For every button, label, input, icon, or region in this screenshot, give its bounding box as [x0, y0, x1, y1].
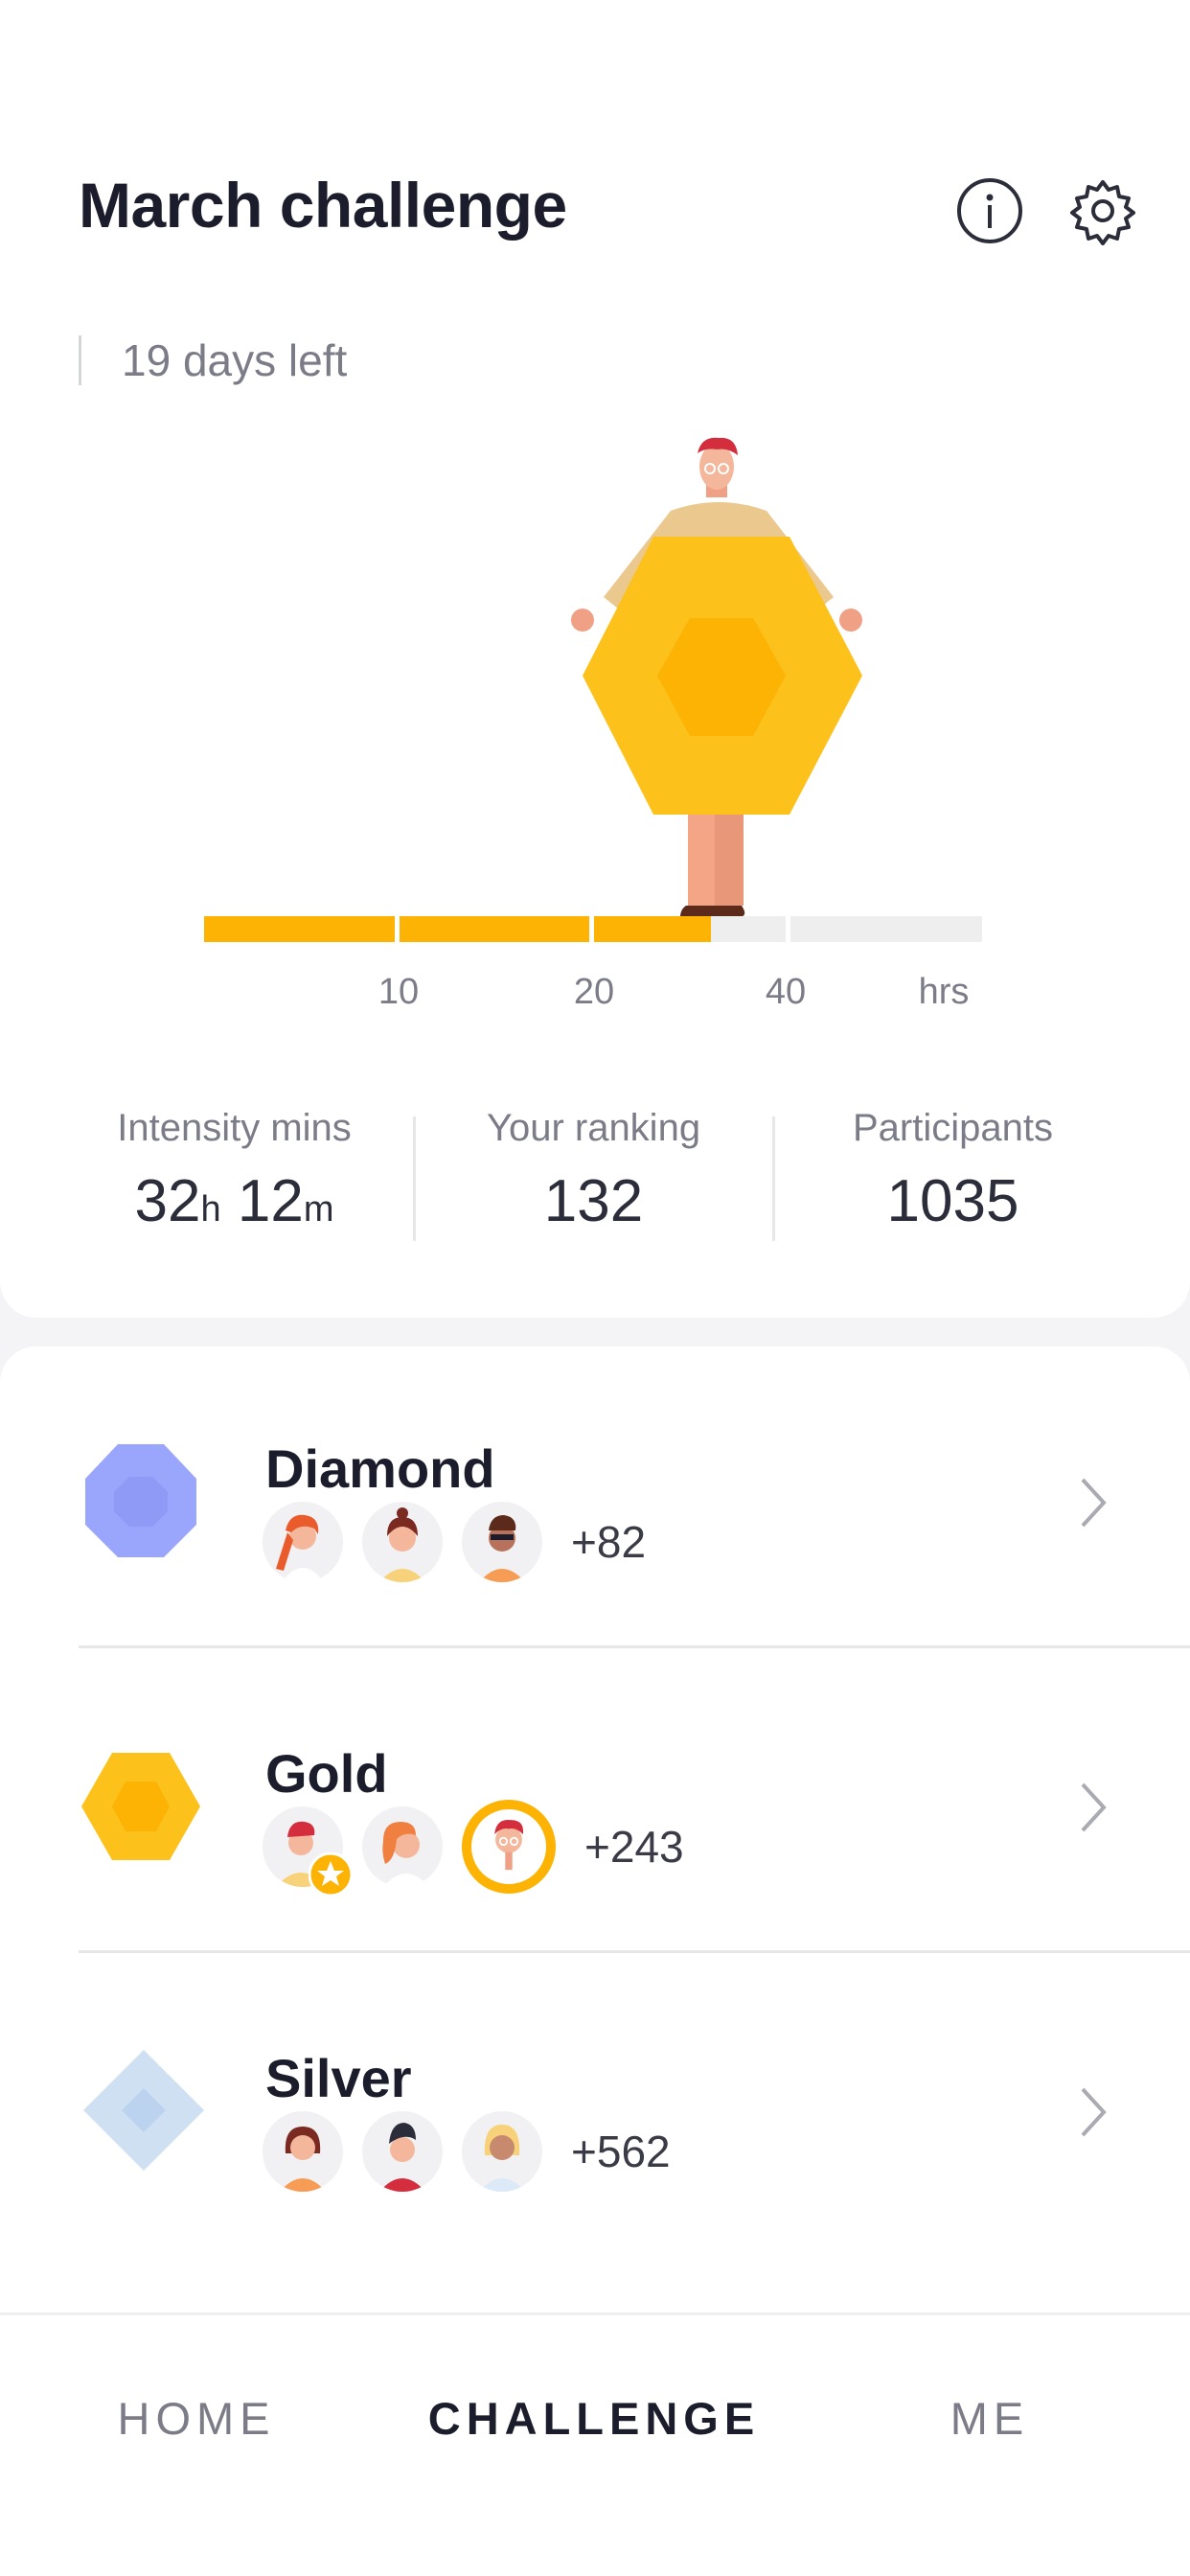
ranking-value: 132 [543, 1168, 644, 1234]
my-avatar [462, 1800, 556, 1894]
avatar [263, 1502, 343, 1582]
tier-avatars: +82 [263, 1502, 646, 1582]
row-divider [79, 1950, 1190, 1953]
avatar [462, 2111, 542, 2192]
stat-divider [413, 1116, 416, 1241]
settings-button[interactable] [1066, 174, 1139, 247]
progress-tick: 10 [378, 972, 420, 1012]
progress-separator [589, 916, 594, 942]
extra-count: +562 [571, 2127, 671, 2176]
nav-home[interactable]: HOME [118, 2392, 276, 2445]
tier-name: Gold [265, 1743, 388, 1804]
silver-badge-icon [83, 2050, 204, 2171]
stat-label: Your ranking [486, 1107, 701, 1149]
progress-separator [786, 916, 790, 942]
chevron-right-icon [1081, 1782, 1107, 1832]
tier-row-diamond[interactable]: Diamond +82 [0, 1346, 1190, 1651]
participants-value: 1035 [886, 1168, 1019, 1234]
tier-name: Diamond [265, 1438, 495, 1499]
app-root: March challenge 19 days left 10 20 40 hr… [0, 0, 1190, 2576]
days-left-label: 19 days left [79, 335, 347, 385]
intensity-value: 32h 12m [134, 1168, 334, 1234]
avatar [362, 1502, 443, 1582]
intensity-stat: Intensity mins 32h 12m [55, 1107, 414, 1241]
tier-row-gold[interactable]: Gold +243 [0, 1651, 1190, 1956]
chevron-right-icon [1081, 1478, 1107, 1528]
star-icon [309, 1852, 353, 1897]
diamond-badge-icon [85, 1444, 196, 1557]
progress-fill [204, 916, 711, 942]
avatar [462, 1502, 542, 1582]
progress-tick: 20 [573, 972, 615, 1012]
avatar [362, 2111, 443, 2192]
stat-label: Participants [853, 1107, 1053, 1149]
info-button[interactable] [953, 174, 1026, 247]
nav-me[interactable]: ME [950, 2392, 1030, 2445]
tier-name: Silver [265, 2048, 412, 2108]
ranking-stat: Your ranking 132 [414, 1107, 773, 1241]
tier-avatars: +243 [263, 1800, 684, 1897]
challenge-summary-card: March challenge 19 days left 10 20 40 hr… [0, 0, 1190, 1318]
tier-row-silver[interactable]: Silver +562 [0, 1956, 1190, 2261]
progress-tick: 40 [765, 972, 807, 1012]
stat-divider [772, 1116, 775, 1241]
gear-icon [1070, 180, 1135, 245]
tier-avatars: +562 [263, 2111, 671, 2192]
progress-bar [204, 916, 982, 942]
challenge-illustration [571, 437, 862, 917]
row-divider [79, 1645, 1190, 1648]
extra-count: +82 [571, 1517, 647, 1567]
extra-count: +243 [584, 1822, 684, 1872]
participants-stat: Participants 1035 [773, 1107, 1133, 1241]
nav-challenge[interactable]: CHALLENGE [428, 2392, 760, 2445]
chevron-right-icon [1081, 2087, 1107, 2137]
bottom-nav: HOME CHALLENGE ME [0, 2312, 1190, 2576]
stats-row: Intensity mins 32h 12m Your ranking 132 … [0, 1107, 1190, 1241]
info-icon [957, 178, 1022, 243]
avatar [263, 1806, 353, 1897]
page-title: March challenge [79, 170, 567, 241]
avatar [263, 2111, 343, 2192]
stat-label: Intensity mins [117, 1107, 352, 1149]
gold-badge-icon [81, 1753, 200, 1860]
progress-separator [395, 916, 400, 942]
avatar [362, 1806, 443, 1887]
progress-tick-unit: hrs [918, 972, 970, 1012]
